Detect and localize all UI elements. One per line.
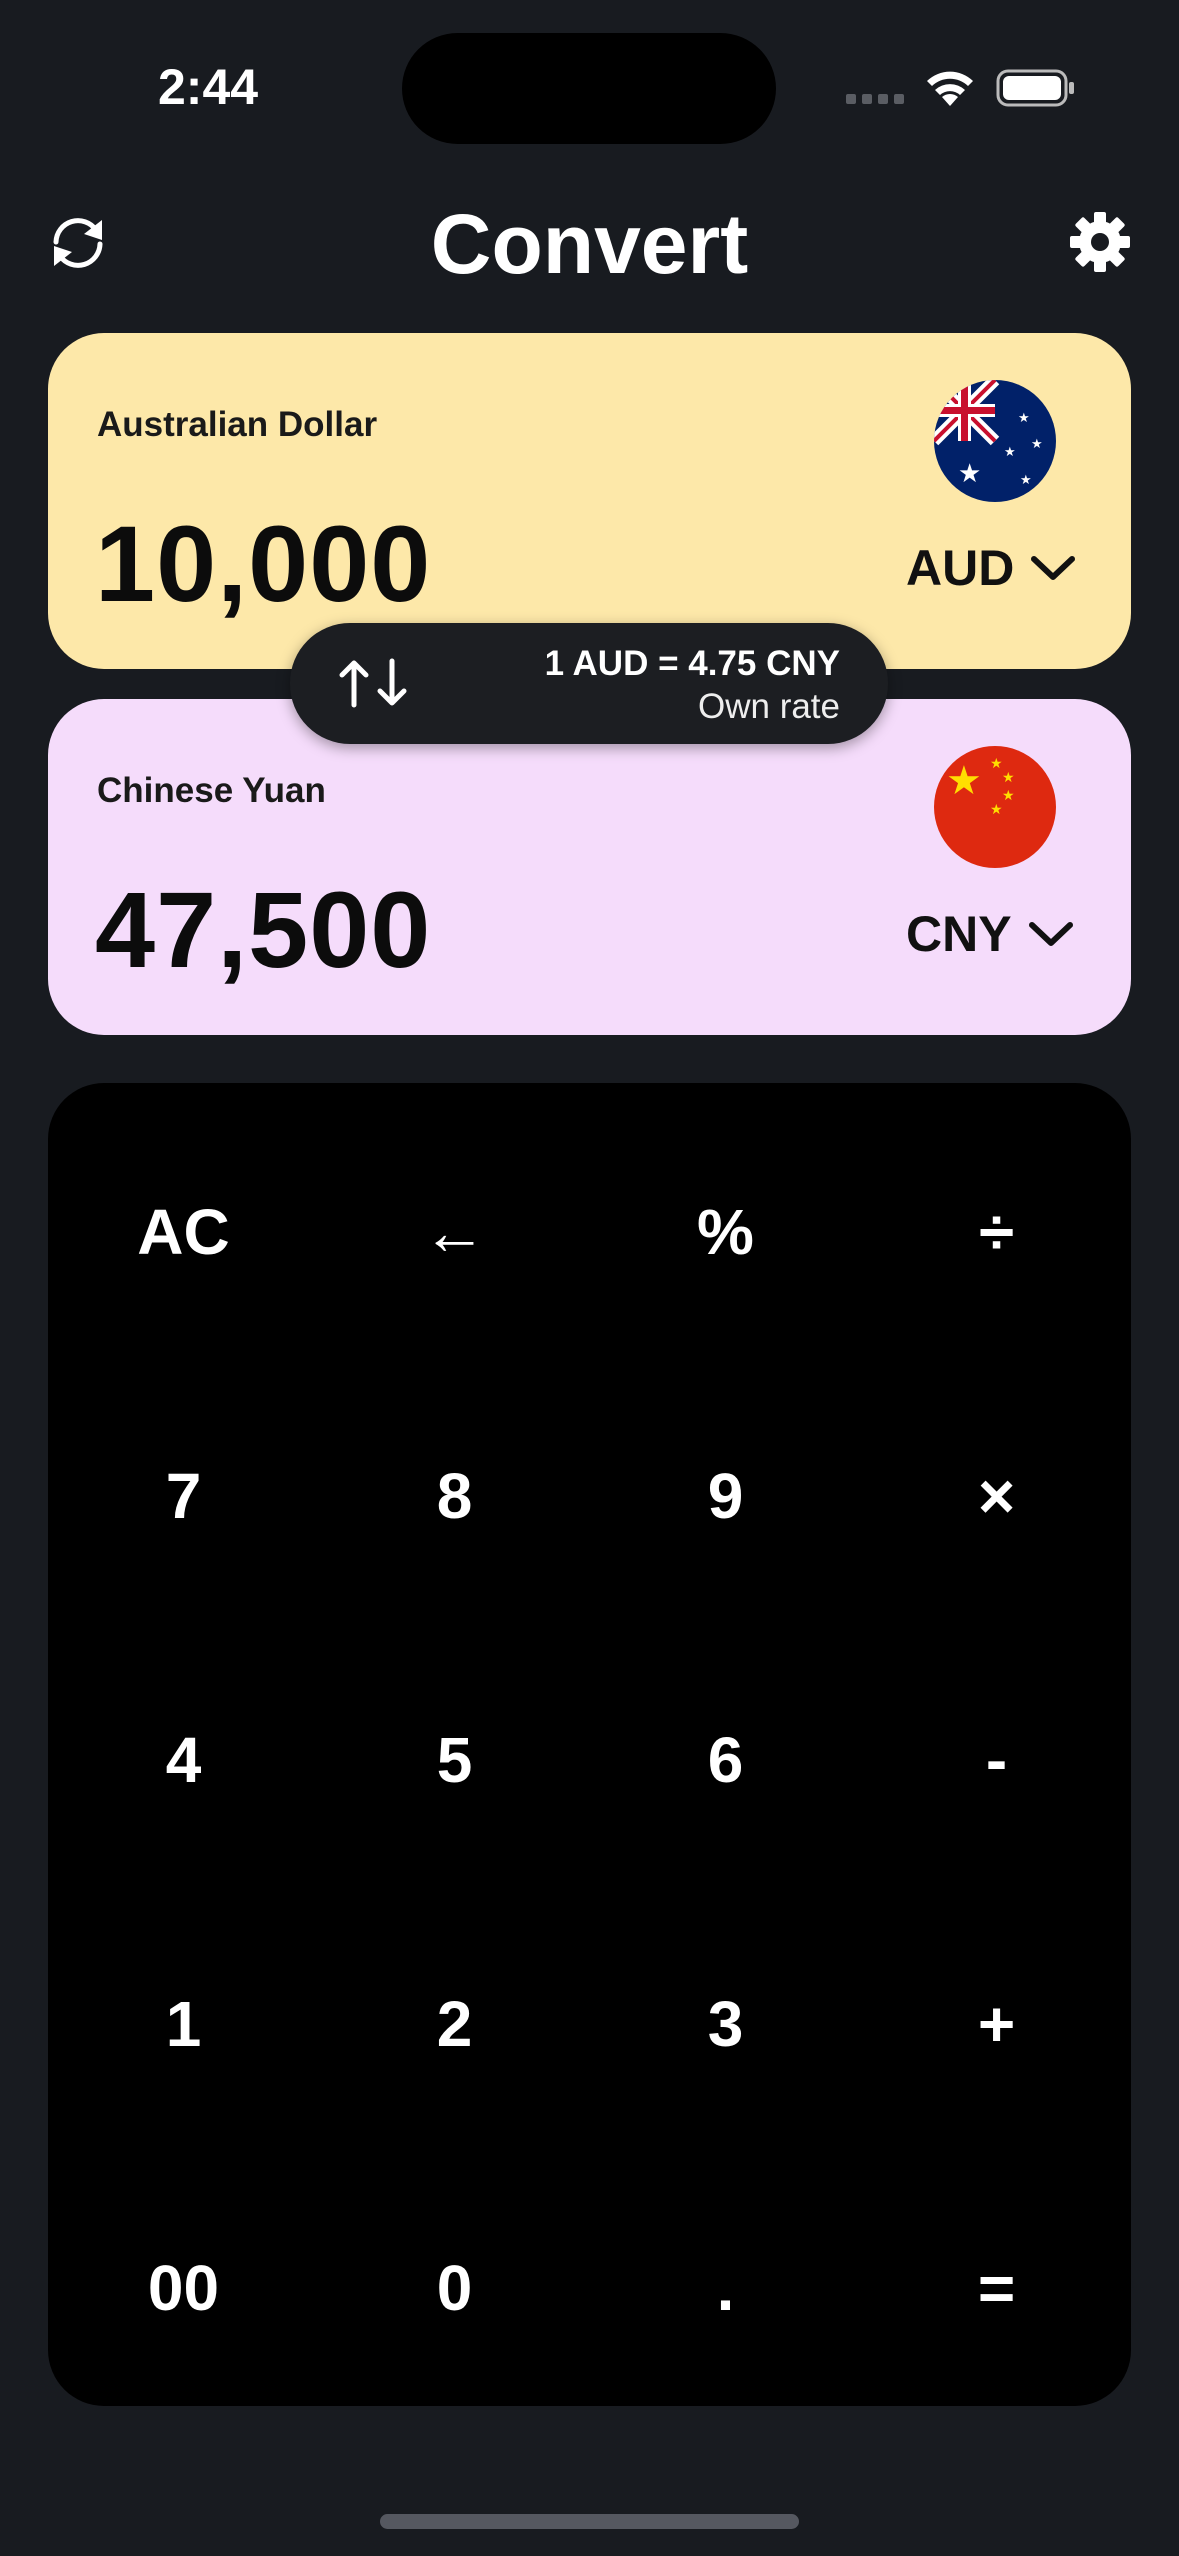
exchange-rate-text: 1 AUD = 4.75 CNY (544, 644, 840, 683)
key-double-zero[interactable]: 00 (48, 2156, 319, 2420)
to-currency-name: Chinese Yuan (97, 771, 326, 810)
key-minus[interactable]: - (861, 1628, 1132, 1892)
key-decimal[interactable]: . (590, 2156, 861, 2420)
swap-rate-button[interactable]: 1 AUD = 4.75 CNY Own rate (290, 623, 888, 744)
home-indicator (380, 2514, 799, 2529)
key-all-clear[interactable]: AC (48, 1100, 319, 1364)
key-8[interactable]: 8 (319, 1364, 590, 1628)
from-currency-code: AUD (906, 540, 1015, 596)
from-currency-selector[interactable]: AUD (906, 539, 1076, 597)
svg-text:★: ★ (1002, 770, 1015, 786)
key-equals[interactable]: = (861, 2156, 1132, 2420)
key-0[interactable]: 0 (319, 2156, 590, 2420)
svg-text:★: ★ (1018, 411, 1030, 426)
gear-icon[interactable] (1068, 210, 1132, 274)
swap-arrows-icon (339, 658, 407, 708)
chevron-down-icon (1031, 556, 1076, 580)
rate-source-text: Own rate (698, 687, 840, 726)
svg-text:★: ★ (990, 802, 1003, 818)
from-currency-name: Australian Dollar (97, 405, 378, 444)
battery-icon (996, 69, 1074, 107)
key-7[interactable]: 7 (48, 1364, 319, 1628)
australia-flag-icon: ★ ★ ★ ★ ★ (934, 380, 1056, 502)
key-multiply[interactable]: × (861, 1364, 1132, 1628)
svg-text:★: ★ (1020, 473, 1032, 488)
keypad: AC ←% ÷ 7 8 9 × 4 5 6-1 2 3 +00 0. = (48, 1083, 1131, 2406)
china-flag-icon: ★ ★ ★ ★ ★ (934, 746, 1056, 868)
page-title: Convert (430, 197, 749, 291)
dynamic-island (402, 33, 776, 144)
to-currency-selector[interactable]: CNY (906, 905, 1074, 963)
key-6[interactable]: 6 (590, 1628, 861, 1892)
svg-text:★: ★ (946, 758, 982, 804)
key-backspace[interactable]: ← (319, 1100, 590, 1364)
key-plus[interactable]: + (861, 1892, 1132, 2156)
to-currency-code: CNY (906, 906, 1012, 962)
cellular-signal-icon (846, 94, 904, 104)
svg-text:★: ★ (990, 756, 1003, 772)
key-divide[interactable]: ÷ (861, 1100, 1132, 1364)
key-3[interactable]: 3 (590, 1892, 861, 2156)
key-5[interactable]: 5 (319, 1628, 590, 1892)
svg-text:★: ★ (1031, 437, 1043, 452)
wifi-icon (927, 71, 973, 106)
key-9[interactable]: 9 (590, 1364, 861, 1628)
svg-text:★: ★ (958, 459, 981, 489)
status-time: 2:44 (158, 59, 259, 115)
from-currency-card[interactable]: Australian Dollar 10,000 ★ ★ ★ ★ ★ AUD (48, 333, 1131, 669)
svg-text:★: ★ (1004, 445, 1016, 460)
to-currency-card[interactable]: Chinese Yuan 47,500 ★ ★ ★ ★ ★ CNY (48, 699, 1131, 1035)
key-4[interactable]: 4 (48, 1628, 319, 1892)
key-percent[interactable]: % (590, 1100, 861, 1364)
to-currency-amount[interactable]: 47,500 (95, 867, 431, 992)
from-currency-amount[interactable]: 10,000 (95, 501, 431, 626)
chevron-down-icon (1028, 922, 1073, 946)
key-1[interactable]: 1 (48, 1892, 319, 2156)
svg-text:★: ★ (1002, 788, 1015, 804)
key-2[interactable]: 2 (319, 1892, 590, 2156)
